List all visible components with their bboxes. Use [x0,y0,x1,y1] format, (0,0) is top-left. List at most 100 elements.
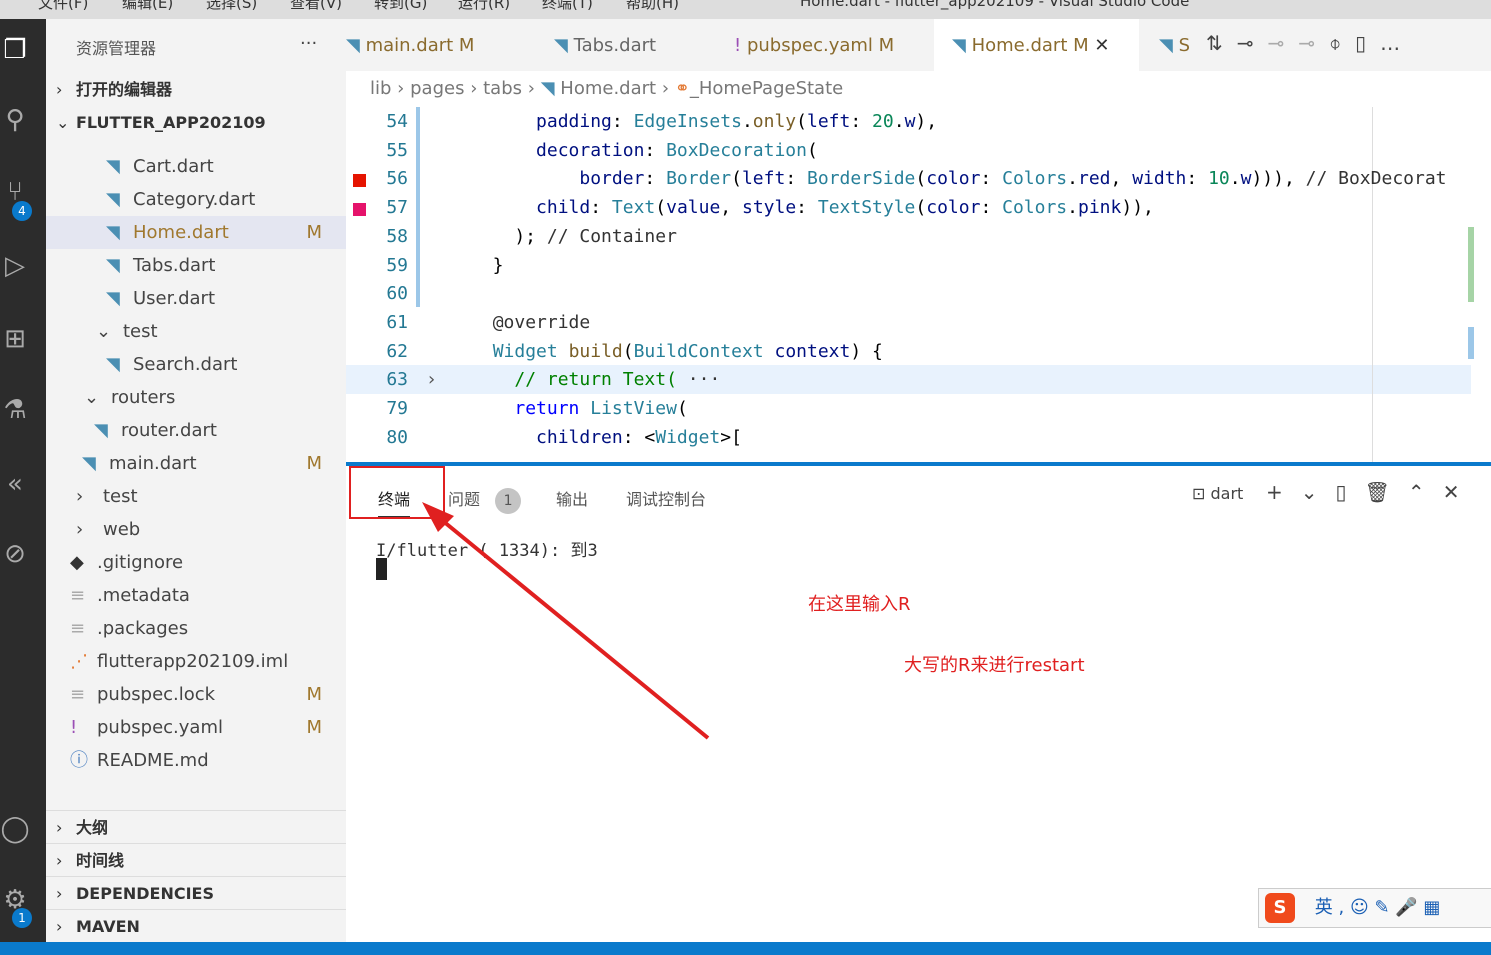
file-name: Category.dart [133,189,256,210]
code-line: ); // Container [471,225,677,247]
code-editor[interactable]: › 54 padding: EdgeInsets.only(left: 20.w… [346,107,1491,462]
file-tree-item[interactable]: ⓘ README.md [46,744,346,777]
file-tree-item[interactable]: ≡ .metadata [46,579,346,612]
file-tree-item[interactable]: ! pubspec.yaml M [46,711,346,744]
tab-modified: M [1073,35,1089,56]
tab-label: Home.dart [971,35,1068,56]
file-tree-item[interactable]: ◥ Tabs.dart [46,249,346,282]
emoji-icon[interactable]: ☺ [1350,897,1369,918]
ime-toolbar[interactable]: S 英 , ☺ ✎ 🎤 ▦ [1258,888,1491,928]
chevron-right-icon: › [470,78,478,99]
file-tree-item[interactable]: ◥ Cart.dart [46,150,346,183]
testing-icon[interactable]: ⚗ [0,395,30,429]
punct-icon[interactable]: , [1338,897,1344,918]
editor-tab[interactable]: ◥ Tabs.dart [536,19,716,71]
section-open-editors[interactable]: › 打开的编辑器 [46,73,346,106]
editor-tab[interactable]: ◥ S [1141,19,1201,71]
menu-item[interactable]: 终端(T) [542,0,593,13]
file-name: web [103,519,141,540]
more-actions-icon[interactable]: ··· [300,33,317,54]
line-number: 57 [386,197,408,219]
close-tab-icon[interactable]: ✕ [1094,35,1109,56]
line-number: 63 [386,369,408,391]
menu-item[interactable]: 转到(G) [374,0,427,13]
menu-item[interactable]: 帮助(H) [626,0,679,13]
split-editor-icon[interactable]: ▯ [1355,31,1380,55]
menu-item[interactable]: 运行(R) [458,0,510,13]
code-line: @override [492,311,591,333]
file-name: test [103,486,138,507]
editor-tab[interactable]: ◥ Home.dart M ✕ [934,19,1139,71]
go-back-icon[interactable]: ⊸ [1237,31,1268,55]
breadcrumb-item[interactable]: Home.dart [560,78,656,99]
file-tree-item[interactable]: ⌄ test [46,315,346,348]
chevron-icon: ⌄ [84,387,100,408]
explorer-icon[interactable]: ❐ [0,35,30,69]
file-tree-item[interactable]: › web [46,513,346,546]
section-project[interactable]: ⌄ FLUTTER_APP202109 [46,106,346,139]
menu-item[interactable]: 编辑(E) [122,0,173,13]
mic-icon[interactable]: 🎤 [1395,897,1417,918]
menu-item[interactable]: 选择(S) [206,0,257,13]
code-line: Widget build(BuildContext context) { [492,340,883,362]
menu-item[interactable]: 文件(F) [38,0,88,13]
line-number: 58 [386,225,408,247]
editor-tab[interactable]: ◥ main.dart M [346,19,520,71]
new-terminal-icon[interactable]: +⌄ [1266,480,1336,504]
pen-icon[interactable]: ✎ [1374,897,1389,918]
file-tree-item[interactable]: ◥ Category.dart [46,183,346,216]
dart-icon: ◥ [952,35,966,56]
editor-tab[interactable]: ! pubspec.yaml M [716,19,934,71]
breadcrumb-item[interactable]: pages [410,78,464,99]
explorer-title: 资源管理器 [76,39,157,58]
code-line: padding: EdgeInsets.only(left: 20.w), [536,111,938,132]
ime-lang[interactable]: 英 [1315,897,1333,918]
chevron-icon: › [76,519,84,540]
fold-chevron-icon[interactable]: › [426,369,437,390]
run-debug-icon[interactable]: ▷ [0,251,30,285]
dart-icon: ◥ [540,78,555,99]
terminal-selector[interactable]: ⊡ dart [1192,484,1243,503]
grid-icon[interactable]: ▦ [1423,897,1440,918]
extensions-icon[interactable]: ⊞ [0,324,30,358]
flutter-icon[interactable]: « [0,469,30,503]
line-number: 80 [386,426,408,448]
git-file-icon: ◆ [70,552,84,573]
code-line: return ListView( [514,398,688,419]
menu-item[interactable]: 查看(V) [290,0,342,13]
more-icon[interactable]: … [1380,31,1414,55]
tab-modified: M [458,35,475,56]
section-2[interactable]: › DEPENDENCIES [46,876,346,909]
compare-icon[interactable]: ⇅ [1206,31,1237,55]
file-tree-item[interactable]: ≡ pubspec.lock M [46,678,346,711]
search-icon[interactable]: ⚲ [0,105,30,139]
file-tree-item[interactable]: ◥ Search.dart [46,348,346,381]
section-3[interactable]: › MAVEN [46,909,346,942]
timeline-icon[interactable]: ⌽ [1329,31,1355,55]
maximize-panel-icon[interactable]: ⌃ [1408,480,1443,504]
info-file-icon: ⓘ [70,750,88,771]
account-icon[interactable]: ◯ [0,814,30,848]
breadcrumb-item[interactable]: lib [370,78,391,99]
section-1[interactable]: › 时间线 [46,843,346,876]
prev-change-icon[interactable]: ⊸ [1268,31,1299,55]
file-tree-item[interactable]: › test [46,480,346,513]
file-tree-item[interactable]: ◥ main.dart M [46,447,346,480]
file-tree-item[interactable]: ◥ Home.dart M [46,216,346,249]
trash-icon[interactable]: 🗑 [1365,480,1408,504]
file-tree-item[interactable]: ≡ .packages [46,612,346,645]
file-tree-item[interactable]: ⌄ routers [46,381,346,414]
git-graph-icon[interactable]: ⊘ [0,539,30,573]
close-panel-icon[interactable]: ✕ [1443,480,1478,504]
file-name: pubspec.lock [97,684,216,705]
section-0[interactable]: › 大纲 [46,810,346,843]
file-tree-item[interactable]: ◥ User.dart [46,282,346,315]
dart-file-icon: ◥ [106,156,120,177]
breadcrumb-item[interactable]: _HomePageState [690,78,843,99]
split-terminal-icon[interactable]: ▯ [1336,480,1365,504]
file-tree-item[interactable]: ◆ .gitignore [46,546,346,579]
next-change-icon[interactable]: ⊸ [1298,31,1329,55]
breadcrumb-item[interactable]: tabs [483,78,522,99]
file-tree-item[interactable]: ⋰ flutterapp202109.iml [46,645,346,678]
file-tree-item[interactable]: ◥ router.dart [46,414,346,447]
